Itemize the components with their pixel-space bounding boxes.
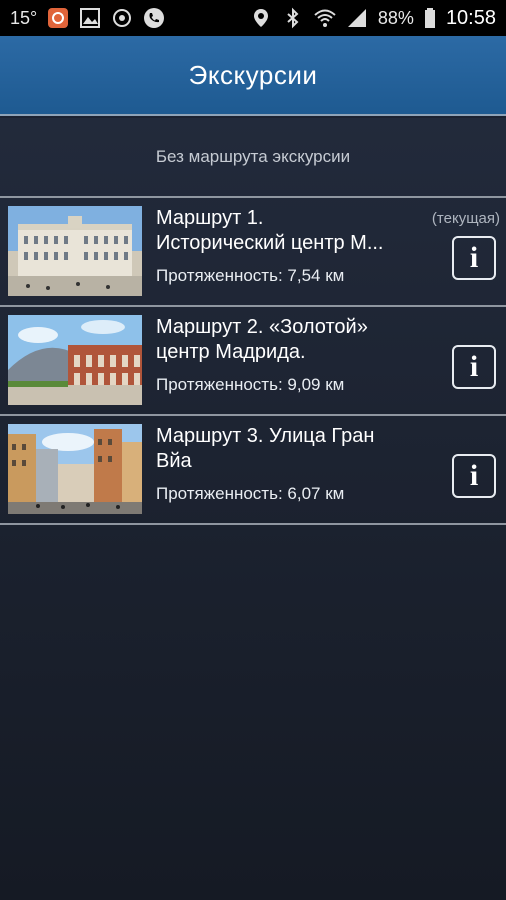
- current-route-label: (текущая): [431, 210, 500, 227]
- app-bar: Экскурсии: [0, 36, 506, 116]
- wifi-icon: [314, 7, 336, 29]
- route-1-title-line2: Исторический центр М...: [156, 232, 384, 254]
- route-1-length: Протяженность: 7,54 км: [156, 266, 345, 285]
- route-3-length: Протяженность: 6,07 км: [156, 484, 345, 503]
- route-2-length: Протяженность: 9,09 км: [156, 375, 345, 394]
- bluetooth-icon: [282, 7, 304, 29]
- route-3-info-button[interactable]: i: [452, 454, 496, 498]
- battery-icon: [424, 7, 436, 29]
- route-2-title: Маршрут 2. «Золотой» центр Мадрида.: [156, 315, 418, 365]
- no-route-label: Без маршрута экскурсии: [155, 147, 351, 166]
- sync-icon: [111, 7, 133, 29]
- route-item-1[interactable]: Маршрут 1. Исторический центр М... Протя…: [0, 198, 506, 307]
- temperature-text: 15°: [10, 7, 38, 28]
- no-route-item[interactable]: Без маршрута экскурсии: [0, 118, 506, 198]
- route-item-3[interactable]: Маршрут 3. Улица Гран Вйа Протяженность:…: [0, 416, 506, 525]
- route-2-title-line2: центр Мадрида.: [156, 341, 306, 363]
- status-bar: 15° 88% 10:58: [0, 0, 506, 36]
- route-1-info-button[interactable]: i: [452, 236, 496, 280]
- route-3-thumbnail: [8, 424, 142, 514]
- info-icon: i: [469, 350, 479, 383]
- location-icon: [250, 7, 272, 29]
- app-notification-icon: [47, 7, 69, 29]
- info-icon: i: [469, 459, 479, 492]
- battery-percent: 88%: [377, 7, 414, 28]
- route-item-2[interactable]: Маршрут 2. «Золотой» центр Мадрида. Прот…: [0, 307, 506, 416]
- route-2-info-button[interactable]: i: [452, 345, 496, 389]
- route-3-title: Маршрут 3. Улица Гран Вйа: [156, 424, 418, 474]
- route-3-title-line1: Маршрут 3. Улица Гран: [156, 425, 375, 447]
- route-1-thumbnail: [8, 206, 142, 296]
- route-1-title: Маршрут 1. Исторический центр М...: [156, 206, 418, 256]
- signal-icon: [346, 7, 368, 29]
- excursion-list: Без маршрута экскурсии Маршрут 1. Истори…: [0, 118, 506, 900]
- info-icon: i: [469, 241, 479, 274]
- image-icon: [79, 7, 101, 29]
- clock: 10:58: [445, 6, 496, 29]
- route-1-title-line1: Маршрут 1.: [156, 207, 264, 229]
- page-title: Экскурсии: [188, 59, 318, 90]
- route-2-title-line1: Маршрут 2. «Золотой»: [156, 316, 368, 338]
- phone-icon: [143, 7, 165, 29]
- route-2-thumbnail: [8, 315, 142, 405]
- route-3-title-line2: Вйа: [156, 450, 192, 472]
